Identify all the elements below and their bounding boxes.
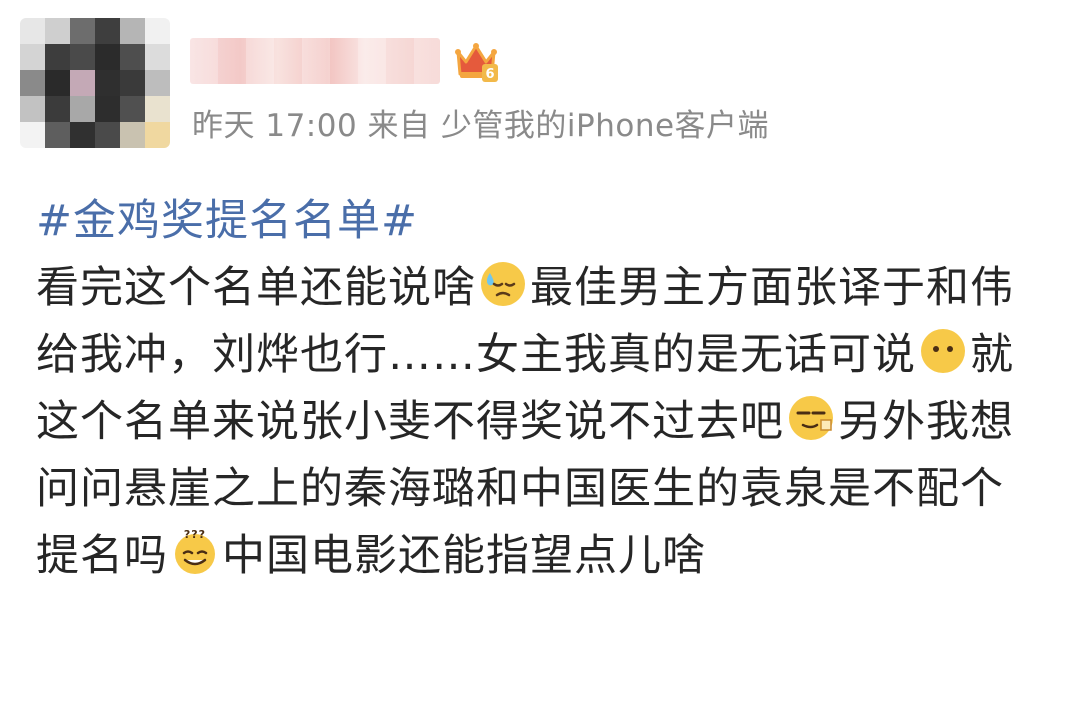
post-text-1: 看完这个名单还能说啥 <box>36 263 476 313</box>
speechless-emoji-icon <box>921 329 965 373</box>
svg-text:???: ??? <box>184 528 206 541</box>
post-content: #金鸡奖提名名单# 看完这个名单还能说啥 最佳男主方面张译于和伟给我冲，刘烨也行… <box>36 188 1046 590</box>
wink-point-emoji-icon <box>789 396 833 440</box>
avatar[interactable] <box>20 18 170 148</box>
crown-badge-icon[interactable]: 6 <box>452 38 500 84</box>
confused-emoji-icon: ??? <box>175 528 215 574</box>
username-blurred[interactable] <box>190 38 440 84</box>
badge-level: 6 <box>485 67 494 82</box>
sweat-emoji-icon <box>481 262 525 306</box>
post-text-5: 中国电影还能指望点儿啥 <box>222 531 706 581</box>
hashtag-link[interactable]: #金鸡奖提名名单# <box>36 188 1046 255</box>
post-meta: 昨天 17:00 来自 少管我的iPhone客户端 <box>192 108 770 144</box>
